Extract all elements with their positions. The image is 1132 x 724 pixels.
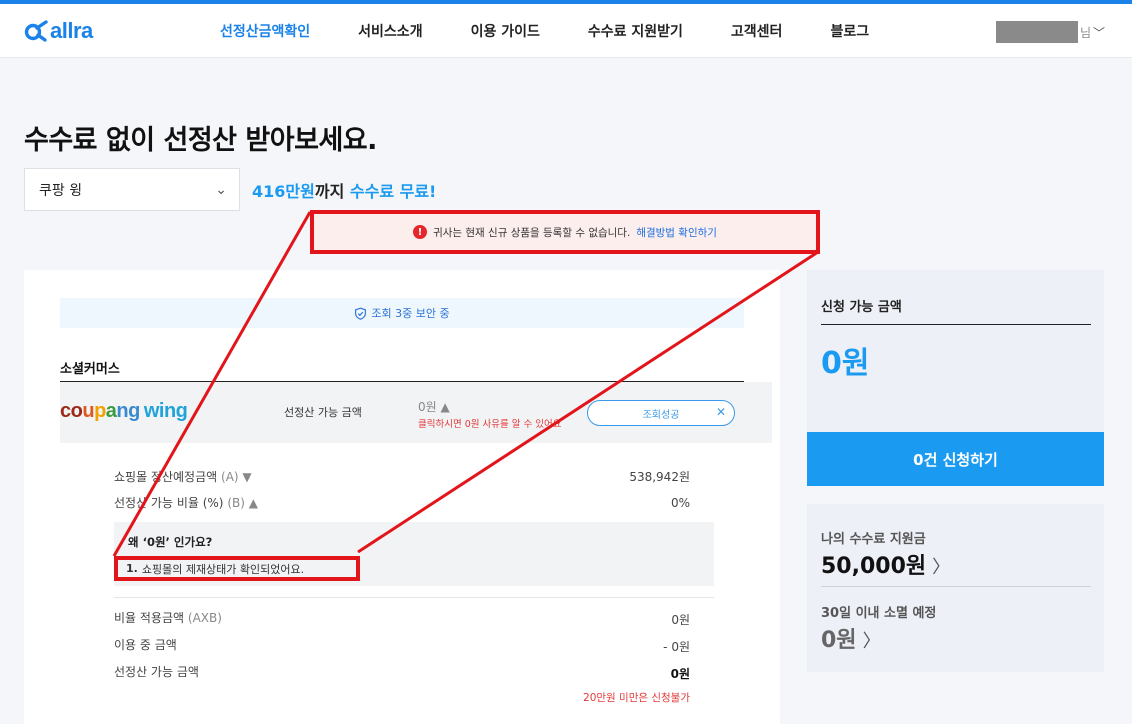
side-amount: 0원	[821, 346, 870, 381]
coupang-wing-logo: coupang wing	[60, 400, 188, 423]
expected-amount-label: 쇼핑몰 정산예정금액 (A) ▼	[114, 468, 252, 485]
allra-logo[interactable]: allra	[24, 18, 93, 44]
ratio-label: 선정산 가능 비율 (%) (B) ▲	[114, 494, 258, 511]
status-text: 조회성공	[642, 409, 680, 421]
chevron-right-icon: 〉	[862, 631, 881, 652]
section-title: 소셜커머스	[60, 362, 120, 377]
user-suffix: 님	[1080, 25, 1092, 40]
fee-free-promo: 416만원까지 수수료 무료!	[252, 178, 436, 202]
status-pill[interactable]: 조회성공 ✕	[587, 400, 735, 426]
minimum-note: 20만원 미만은 신청불가	[583, 692, 690, 704]
reason-title: 왜 ‘0원’ 인가요?	[128, 535, 213, 549]
coupang-wing-row[interactable]: coupang wing 선정산 가능 금액 0원 ▲ 클릭하시면 0원 사유를 …	[60, 382, 772, 443]
store-select-value: 쿠팡 윙	[39, 182, 83, 199]
fee-support-amount[interactable]: 50,000원 〉	[821, 548, 950, 580]
reason-text: 쇼핑몰의 제재상태가 확인되었어요.	[141, 562, 305, 576]
reason-number: 1.	[126, 562, 138, 575]
close-icon[interactable]: ✕	[716, 405, 726, 419]
nav-blog[interactable]: 블로그	[806, 21, 893, 41]
fee-support-amount-text: 50,000원	[821, 554, 927, 579]
logo-letter: u	[82, 400, 95, 422]
fee-support-label: 나의 수수료 지원금	[821, 532, 926, 547]
expected-label-text: 쇼핑몰 정산예정금액	[114, 470, 218, 484]
expire-label: 30일 이내 소멸 예정	[821, 606, 937, 621]
detail-divider	[114, 597, 714, 598]
logo-wing: wing	[143, 400, 188, 422]
expected-code[interactable]: (A) ▼	[221, 470, 252, 484]
applied-amount-label: 비율 적용금액 (AXB)	[114, 609, 222, 626]
fee-support-card: 나의 수수료 지원금 50,000원 〉 30일 이내 소멸 예정 0원 〉	[807, 504, 1104, 672]
chevron-right-icon: 〉	[932, 557, 951, 578]
applied-label-text: 비율 적용금액	[114, 611, 185, 625]
logo-letter: p	[94, 400, 106, 422]
promo-free: 수수료 무료!	[349, 182, 437, 201]
in-use-value: - 0원	[663, 640, 690, 654]
exclamation-icon: !	[413, 225, 428, 239]
promo-amount: 416만원	[252, 182, 315, 201]
shield-check-icon	[355, 307, 367, 320]
user-menu[interactable]: 님 ﹀	[996, 21, 1105, 43]
available-amount-label: 선정산 가능 금액	[114, 665, 199, 679]
expire-amount[interactable]: 0원 〉	[821, 622, 881, 654]
chevron-down-icon: ⌄	[215, 181, 227, 198]
applied-amount-value: 0원	[671, 613, 690, 627]
chevron-down-icon: ﹀	[1093, 25, 1106, 40]
expire-amount-text: 0원	[821, 628, 857, 653]
store-select[interactable]: 쿠팡 윙 ⌄	[24, 168, 240, 211]
ratio-code[interactable]: (B) ▲	[227, 496, 258, 510]
registration-alert: ! 귀사는 현재 신규 상품을 등록할 수 없습니다. 해결방법 확인하기	[310, 210, 820, 254]
applied-code: (AXB)	[187, 611, 222, 625]
reason-item: 1. 쇼핑몰의 제재상태가 확인되었어요.	[114, 556, 360, 581]
available-amount-value: 0원	[670, 667, 690, 681]
alert-message: 귀사는 현재 신규 상품을 등록할 수 없습니다.	[433, 226, 631, 239]
page-title: 수수료 없이 선정산 받아보세요.	[24, 125, 377, 156]
nav-usage-guide[interactable]: 이용 가이드	[447, 21, 564, 41]
nav-customer-center[interactable]: 고객센터	[707, 21, 807, 41]
logo-text: allra	[50, 18, 93, 43]
side-title: 신청 가능 금액	[821, 300, 902, 315]
security-banner: 조회 3중 보안 중	[60, 298, 744, 328]
solution-link[interactable]: 해결방법 확인하기	[636, 225, 717, 240]
row-note: 클릭하시면 0원 사유를 알 수 있어요	[418, 419, 562, 430]
security-text: 조회 3중 보안 중	[371, 307, 450, 320]
row-amount[interactable]: 0원 ▲	[418, 398, 450, 415]
nav-service-intro[interactable]: 서비스소개	[334, 21, 446, 41]
nav-fee-support[interactable]: 수수료 지원받기	[564, 21, 707, 41]
expected-amount-value: 538,942원	[629, 470, 690, 484]
logo-letter: c	[60, 400, 71, 422]
row-label: 선정산 가능 금액	[284, 406, 362, 419]
in-use-label: 이용 중 금액	[114, 638, 177, 652]
ratio-value: 0%	[670, 496, 690, 510]
logo-letter: n	[116, 400, 129, 422]
nav-prepayment-check[interactable]: 선정산금액확인	[196, 21, 334, 41]
main-nav: 선정산금액확인 서비스소개 이용 가이드 수수료 지원받기 고객센터 블로그	[196, 4, 893, 58]
logo-letter: o	[70, 400, 83, 422]
apply-summary-card: 신청 가능 금액 0원	[807, 270, 1104, 432]
side-divider	[821, 324, 1091, 325]
logo-letter: a	[105, 400, 117, 422]
settlement-card: 조회 3중 보안 중 소셜커머스 coupang wing 선정산 가능 금액 0…	[24, 270, 780, 724]
redacted-username	[996, 21, 1078, 43]
ratio-label-text: 선정산 가능 비율 (%)	[114, 496, 224, 510]
apply-button[interactable]: 0건 신청하기	[807, 432, 1104, 486]
side-card-divider	[821, 586, 1091, 587]
promo-middle: 까지	[314, 182, 345, 201]
site-header: allra 선정산금액확인 서비스소개 이용 가이드 수수료 지원받기 고객센터…	[0, 4, 1132, 58]
logo-letter: g	[128, 400, 140, 422]
allra-logo-icon	[24, 20, 48, 42]
